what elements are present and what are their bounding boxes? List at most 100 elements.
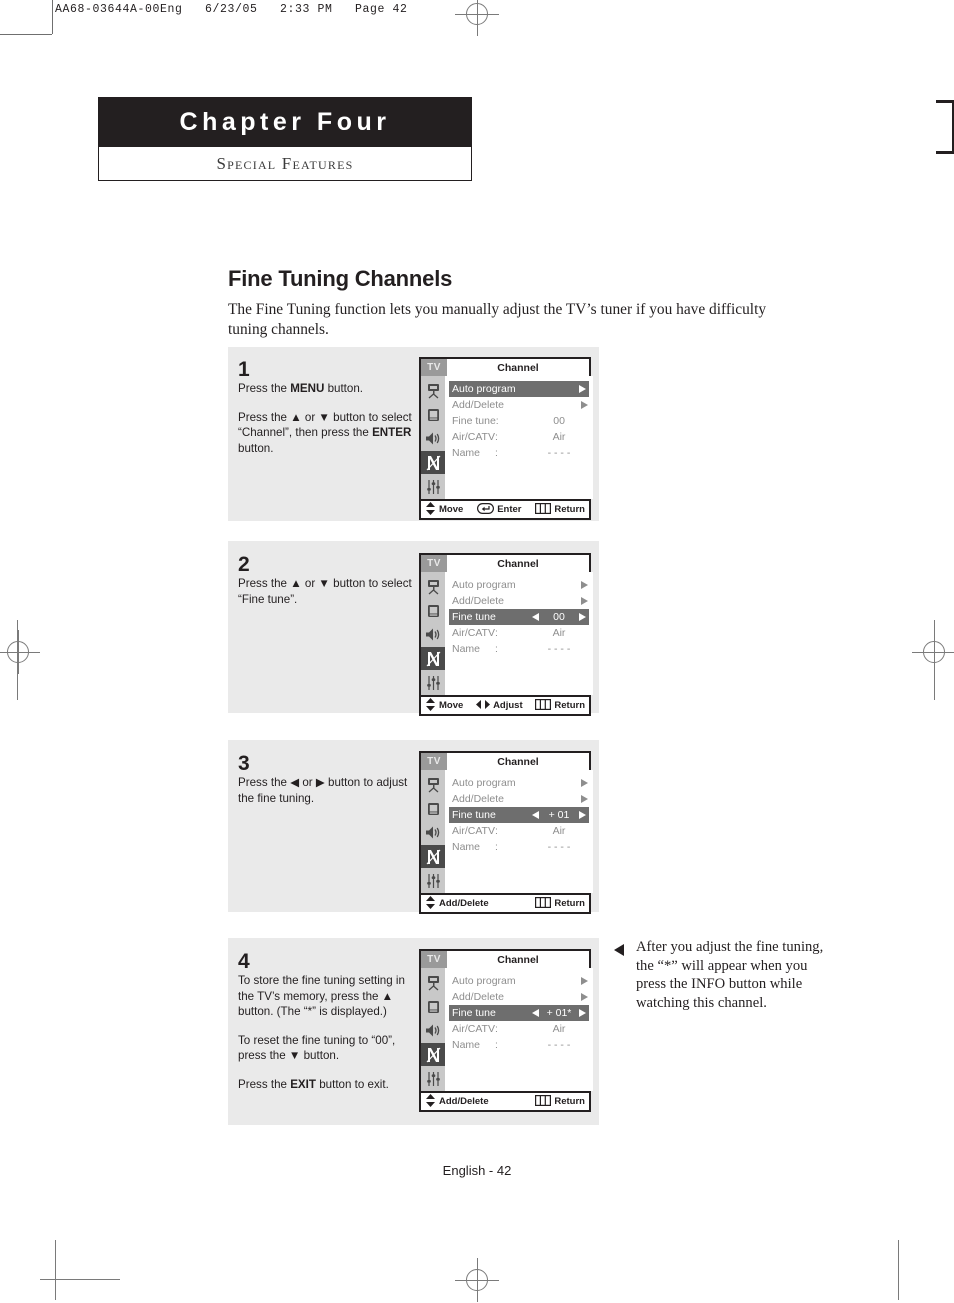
osd-arrow-right-icon[interactable]: [578, 811, 586, 819]
osd-footer-hints: Add/Delete Return: [421, 1091, 589, 1110]
channel-icon[interactable]: [421, 1043, 445, 1066]
sound-icon[interactable]: [421, 1019, 445, 1042]
step-paragraph: Press the EXIT button to exit.: [238, 1077, 389, 1091]
header-rule: [52, 0, 53, 34]
osd-row[interactable]: Auto program: [445, 577, 593, 593]
osd-arrow-right-icon[interactable]: [578, 1009, 586, 1017]
page-title: Fine Tuning Channels: [228, 266, 453, 291]
osd-row[interactable]: Air/CATV: Air: [445, 429, 593, 445]
osd-arrow-right-icon[interactable]: [580, 581, 588, 589]
osd-row[interactable]: Fine tune: 00: [445, 413, 593, 429]
osd-source-label: TV: [421, 359, 447, 376]
osd-title: Channel: [447, 951, 589, 968]
channel-icon[interactable]: [421, 451, 445, 474]
osd-row-label: Fine tune: [452, 415, 496, 427]
side-note: After you adjust the fine tuning, the “*…: [636, 939, 824, 1011]
osd-row[interactable]: Fine tune + 01*: [449, 1005, 589, 1021]
osd-source-label: TV: [421, 555, 447, 572]
osd-row-value: 00: [553, 611, 565, 623]
osd-row-colon: :: [495, 415, 499, 427]
osd-row-label: Name: [452, 447, 481, 459]
osd-row[interactable]: Name: - - - -: [445, 641, 593, 657]
osd-row[interactable]: Air/CATV: Air: [445, 625, 593, 641]
setup-icon[interactable]: [421, 869, 445, 892]
osd-bottom-hint: Return: [535, 502, 585, 517]
osd-body: Auto program Add/Delete Fine tune + 01 Air/C…: [421, 770, 593, 893]
osd-icon-rail: [421, 968, 445, 1091]
setup-icon[interactable]: [421, 1067, 445, 1090]
antenna-icon[interactable]: [421, 971, 445, 994]
registration-tail-bottom-right: [898, 1240, 899, 1300]
channel-icon[interactable]: [421, 647, 445, 670]
osd-arrow-left-icon[interactable]: [531, 1009, 539, 1017]
setup-icon[interactable]: [421, 671, 445, 694]
osd-item-list: Auto program Add/Delete Fine tune: 00 Air/CA…: [445, 376, 593, 499]
osd-arrow-left-icon[interactable]: [531, 613, 539, 621]
antenna-icon[interactable]: [421, 379, 445, 402]
osd-row[interactable]: Air/CATV: Air: [445, 823, 593, 839]
osd-row[interactable]: Auto program: [445, 973, 593, 989]
picture-icon[interactable]: [421, 995, 445, 1018]
osd-row[interactable]: Add/Delete: [445, 593, 593, 609]
osd-row-colon: :: [494, 431, 498, 443]
osd-row[interactable]: Name: - - - -: [445, 839, 593, 855]
picture-icon[interactable]: [421, 403, 445, 426]
osd-title: Channel: [447, 555, 589, 572]
osd-row[interactable]: Add/Delete: [445, 989, 593, 1005]
step-instructions: Press the MENU button. Press the ▲ or ▼ b…: [238, 381, 414, 469]
picture-icon[interactable]: [421, 797, 445, 820]
osd-row-label: Name: [452, 1039, 481, 1051]
registration-tail-bottom-left: [40, 1279, 120, 1280]
osd-item-list: Auto program Add/Delete Fine tune + 01* Air/…: [445, 968, 593, 1091]
channel-icon[interactable]: [421, 845, 445, 868]
registration-tail-bottom-left2: [55, 1240, 56, 1300]
leftright-arrow-icon: [476, 699, 491, 713]
osd-arrow-right-icon[interactable]: [580, 795, 588, 803]
antenna-icon[interactable]: [421, 575, 445, 598]
osd-row-value: Air: [552, 627, 566, 639]
osd-bottom-label: Return: [554, 898, 585, 909]
note-arrow-icon: [614, 944, 624, 956]
setup-icon[interactable]: [421, 475, 445, 498]
osd-row[interactable]: Add/Delete: [445, 791, 593, 807]
menu-bars-icon: [535, 502, 552, 517]
osd-row[interactable]: Auto program: [449, 381, 589, 397]
osd-arrow-right-icon[interactable]: [578, 613, 586, 621]
osd-arrow-right-icon[interactable]: [580, 597, 588, 605]
osd-bottom-label: Adjust: [493, 700, 523, 711]
osd-row[interactable]: Air/CATV: Air: [445, 1021, 593, 1037]
osd-row[interactable]: Name: - - - -: [445, 445, 593, 461]
osd-bottom-hint: Move: [425, 697, 463, 714]
osd-menu-panel: TV Channel Auto program Add/Delete Fine tune…: [419, 553, 593, 716]
sound-icon[interactable]: [421, 623, 445, 646]
osd-bottom-hint: Move: [425, 501, 463, 518]
osd-row[interactable]: Auto program: [445, 775, 593, 791]
osd-arrow-left-icon[interactable]: [531, 811, 539, 819]
sound-icon[interactable]: [421, 427, 445, 450]
osd-footer-hints: Move Adjust Return: [421, 695, 589, 714]
osd-row[interactable]: Fine tune + 01: [449, 807, 589, 823]
osd-arrow-right-icon[interactable]: [580, 993, 588, 1001]
chapter-title: Chapter Four: [179, 107, 391, 136]
antenna-icon[interactable]: [421, 773, 445, 796]
osd-arrow-right-icon[interactable]: [580, 401, 588, 409]
osd-row[interactable]: Name: - - - -: [445, 1037, 593, 1053]
osd-title: Channel: [447, 359, 589, 376]
osd-arrow-right-icon[interactable]: [580, 779, 588, 787]
osd-item-list: Auto program Add/Delete Fine tune + 01 Air/C…: [445, 770, 593, 893]
osd-arrow-right-icon[interactable]: [578, 385, 586, 393]
osd-row[interactable]: Add/Delete: [445, 397, 593, 413]
osd-row-colon: :: [494, 627, 498, 639]
osd-row-label: Add/Delete: [452, 399, 504, 411]
picture-icon[interactable]: [421, 599, 445, 622]
osd-menu-panel: TV Channel Auto program Add/Delete Fine tune…: [419, 751, 593, 914]
osd-bottom-hint: Enter: [477, 502, 521, 517]
osd-row-value: Air: [552, 431, 566, 443]
osd-body: Auto program Add/Delete Fine tune: 00 Air/CA…: [421, 376, 593, 499]
sound-icon[interactable]: [421, 821, 445, 844]
osd-arrow-right-icon[interactable]: [580, 977, 588, 985]
osd-row[interactable]: Fine tune 00: [449, 609, 589, 625]
osd-body: Auto program Add/Delete Fine tune 00 Air/CAT…: [421, 572, 593, 695]
updown-arrow-icon: [425, 895, 436, 912]
osd-row-label: Fine tune: [452, 809, 496, 821]
